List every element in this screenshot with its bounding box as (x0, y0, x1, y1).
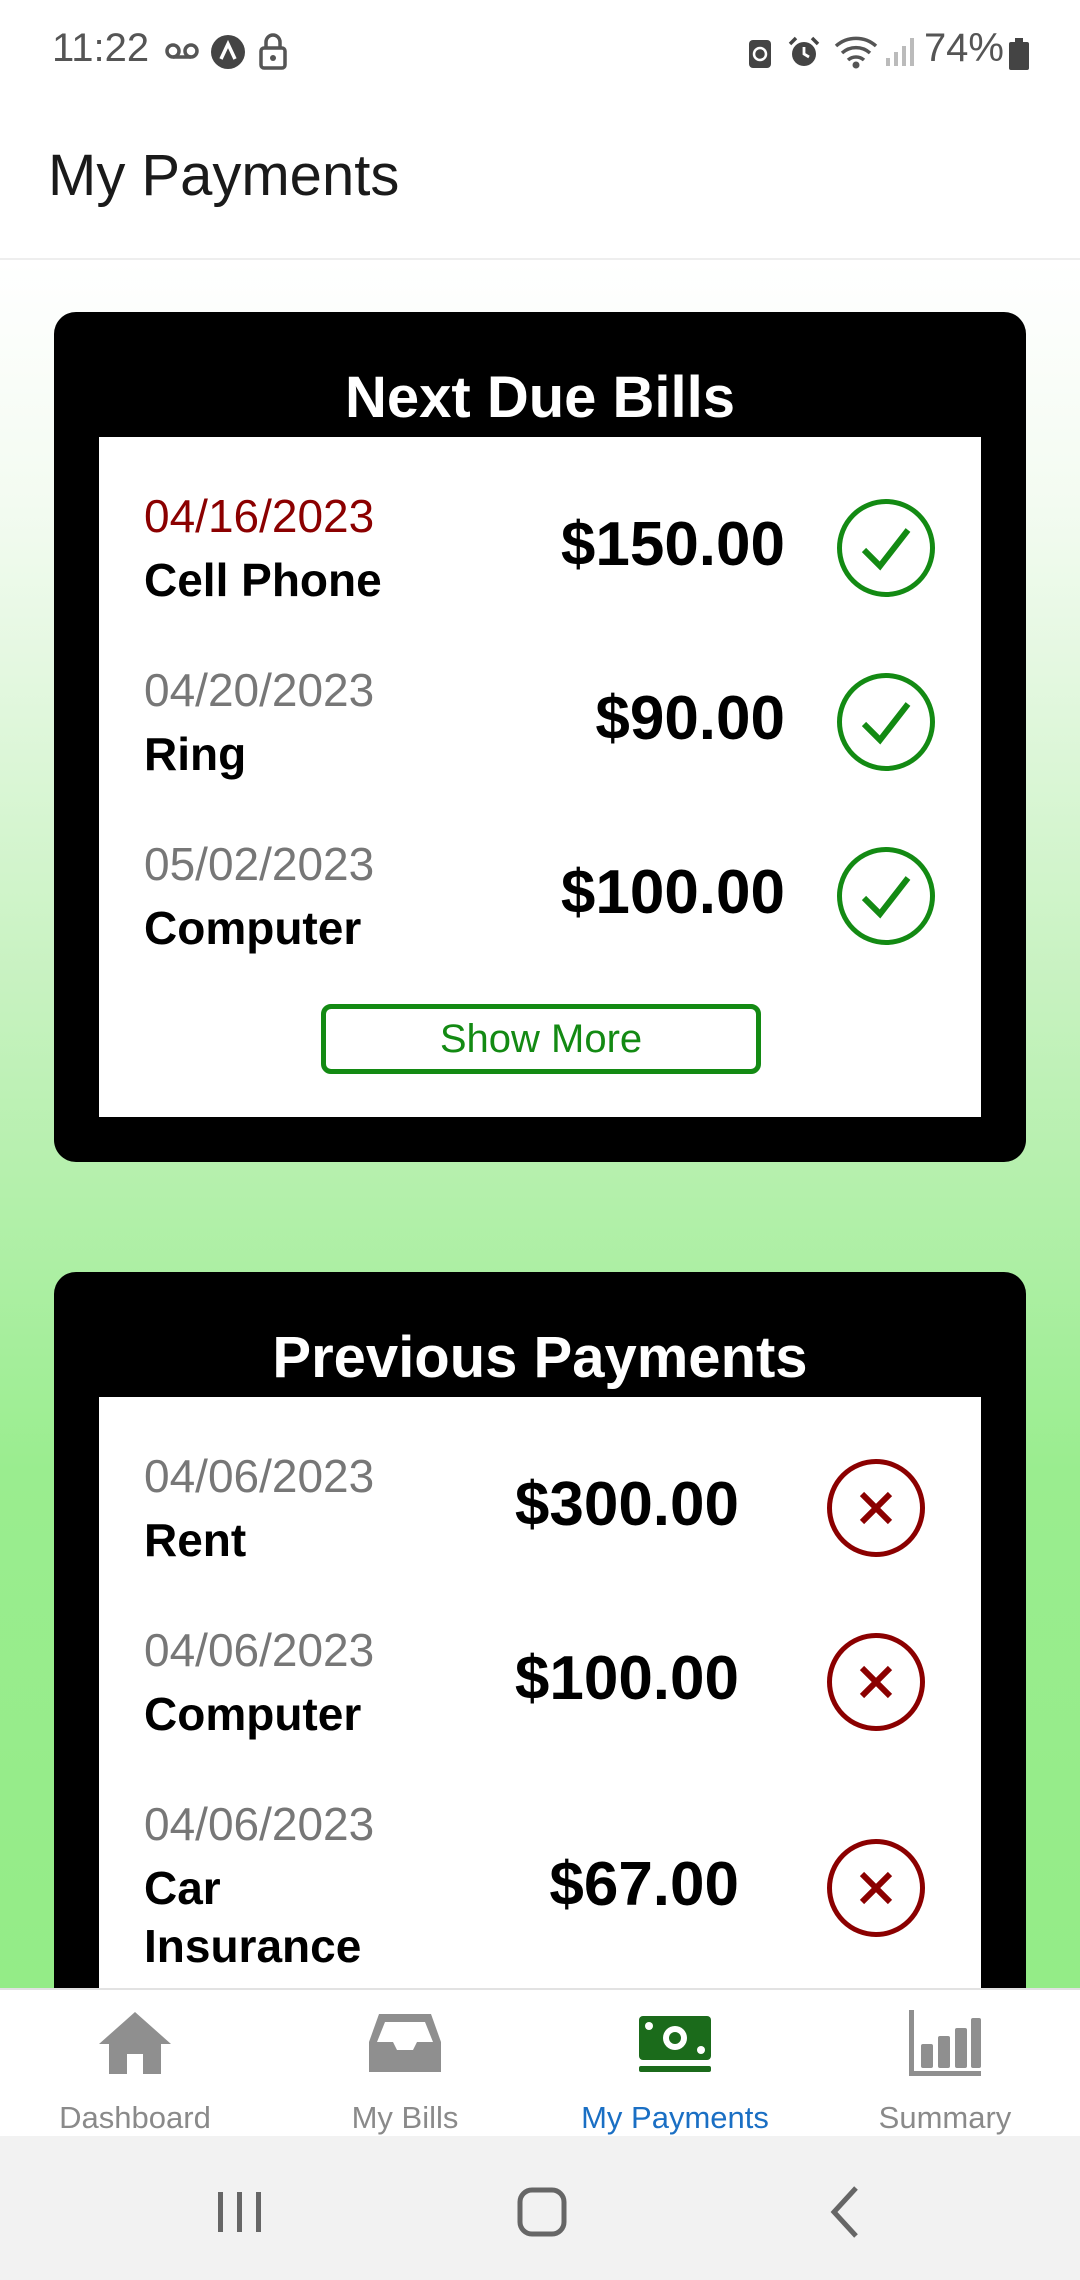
nav-label: Dashboard (59, 2100, 211, 2135)
battery-saver-icon (746, 36, 774, 75)
battery-icon (1008, 38, 1030, 75)
app-notification-icon (210, 34, 246, 75)
check-icon (861, 528, 911, 571)
next-due-bills-card: Next Due Bills 04/16/2023 Cell Phone $15… (54, 312, 1026, 1162)
payment-name: Rent (144, 1514, 247, 1566)
mark-paid-button[interactable] (837, 499, 935, 597)
check-icon (861, 876, 911, 919)
close-icon (859, 1871, 893, 1905)
check-icon (861, 702, 911, 745)
list-item: 05/02/2023 Computer $100.00 (99, 837, 981, 987)
payment-name: Car Insurance (144, 1862, 362, 1972)
bill-date: 04/20/2023 (144, 664, 375, 716)
payment-amount: $100.00 (514, 1644, 739, 1713)
battery-percent: 74% (923, 26, 1004, 70)
next-due-bills-title: Next Due Bills (345, 365, 735, 430)
bill-amount: $150.00 (560, 510, 785, 579)
next-due-bills-list: 04/16/2023 Cell Phone $150.00 04/20/2023… (99, 437, 981, 1117)
back-icon[interactable] (806, 2172, 886, 2252)
bill-amount: $100.00 (560, 858, 785, 927)
home-icon (99, 2012, 171, 2074)
bottom-navigation: Dashboard My Bills My Payments Summary (0, 1988, 1080, 2136)
bill-amount: $90.00 (595, 684, 785, 753)
previous-payments-card: Previous Payments 04/06/2023 Rent $300.0… (54, 1272, 1026, 1988)
nav-dashboard[interactable]: Dashboard (0, 1990, 270, 2138)
undo-payment-button[interactable] (827, 1839, 925, 1937)
show-more-button[interactable]: Show More (321, 1004, 761, 1074)
app-header: My Payments (0, 100, 1080, 260)
list-item: 04/16/2023 Cell Phone $150.00 (99, 489, 981, 639)
page-title: My Payments (48, 143, 400, 208)
voicemail-icon (164, 36, 200, 71)
list-item: 04/06/2023 Computer $100.00 (99, 1623, 981, 1773)
bill-name: Ring (144, 728, 247, 780)
nav-label: Summary (878, 2100, 1012, 2135)
status-bar: 11:22 74% (0, 0, 1080, 100)
bill-name: Cell Phone (144, 554, 382, 606)
undo-payment-button[interactable] (827, 1459, 925, 1557)
payment-name: Computer (144, 1688, 362, 1740)
payments-content[interactable]: Next Due Bills 04/16/2023 Cell Phone $15… (0, 262, 1080, 1988)
alarm-icon (786, 34, 822, 75)
nav-my-bills[interactable]: My Bills (270, 1990, 540, 2138)
payment-amount: $300.00 (514, 1470, 739, 1539)
bill-date: 05/02/2023 (144, 838, 375, 890)
money-icon (639, 2016, 711, 2072)
lock-icon (258, 32, 288, 75)
bar-chart-icon (909, 2010, 981, 2076)
wifi-icon (834, 34, 878, 75)
nav-label: My Payments (581, 2100, 769, 2135)
previous-payments-title: Previous Payments (272, 1325, 808, 1390)
list-item: 04/06/2023 Car Insurance $67.00 (99, 1797, 981, 1977)
close-icon (859, 1665, 893, 1699)
mark-paid-button[interactable] (837, 847, 935, 945)
inbox-icon (369, 2014, 441, 2072)
nav-summary[interactable]: Summary (810, 1990, 1080, 2138)
payment-date: 04/06/2023 (144, 1624, 375, 1676)
status-time: 11:22 (52, 26, 150, 70)
list-item: 04/06/2023 Rent $300.00 (99, 1449, 981, 1599)
payment-date: 04/06/2023 (144, 1450, 375, 1502)
previous-payments-list: 04/06/2023 Rent $300.00 04/06/2023 Compu… (99, 1397, 981, 1988)
payment-date: 04/06/2023 (144, 1798, 375, 1850)
recent-apps-icon[interactable] (200, 2172, 280, 2252)
bill-date: 04/16/2023 (144, 490, 375, 542)
undo-payment-button[interactable] (827, 1633, 925, 1731)
signal-icon (884, 36, 916, 73)
nav-label: My Bills (351, 2100, 459, 2135)
list-item: 04/20/2023 Ring $90.00 (99, 663, 981, 813)
close-icon (859, 1491, 893, 1525)
payment-amount: $67.00 (549, 1850, 739, 1919)
system-navigation-bar (0, 2136, 1080, 2280)
mark-paid-button[interactable] (837, 673, 935, 771)
home-button-icon[interactable] (502, 2172, 582, 2252)
nav-my-payments[interactable]: My Payments (540, 1990, 810, 2138)
bill-name: Computer (144, 902, 362, 954)
